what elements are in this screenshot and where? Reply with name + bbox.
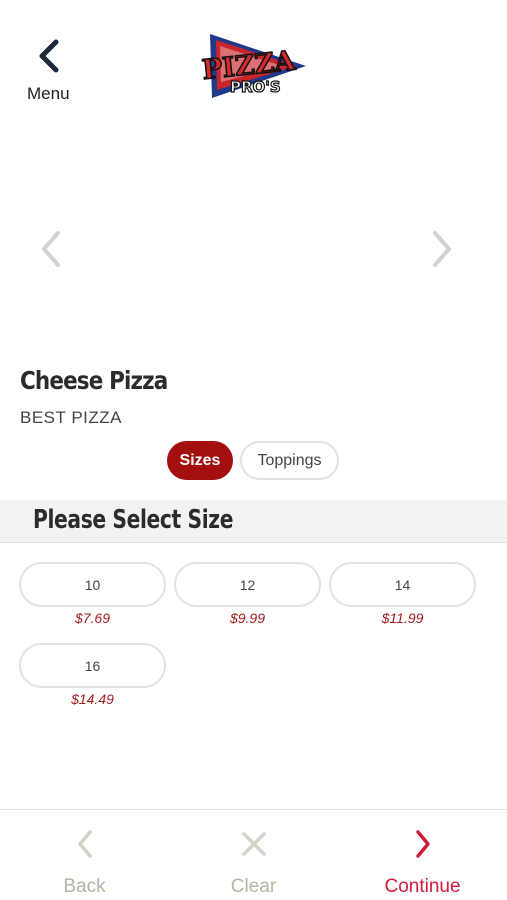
chevron-left-icon — [42, 231, 60, 267]
continue-button[interactable]: Continue — [338, 810, 507, 900]
footer-nav: Back Clear Continue — [0, 809, 507, 900]
size-pill[interactable]: 14 — [329, 562, 476, 607]
section-header: Please Select Size — [0, 500, 507, 543]
option-tabs: Sizes Toppings — [167, 441, 339, 480]
size-option-10[interactable]: 10 $7.69 — [19, 562, 166, 628]
chevron-right-icon — [433, 231, 451, 267]
size-pill[interactable]: 10 — [19, 562, 166, 607]
size-option-12[interactable]: 12 $9.99 — [174, 562, 321, 628]
brand-logo: PIZZA PRO'S — [196, 30, 310, 100]
size-price: $14.49 — [71, 691, 114, 707]
size-option-14[interactable]: 14 $11.99 — [329, 562, 476, 628]
product-subtitle: BEST PIZZA — [20, 408, 122, 427]
tab-sizes[interactable]: Sizes — [167, 441, 233, 480]
chevron-right-icon — [415, 830, 430, 858]
logo-text-bottom: PRO'S — [230, 78, 281, 96]
size-option-16[interactable]: 16 $14.49 — [19, 643, 166, 709]
close-icon — [241, 832, 266, 856]
clear-button[interactable]: Clear — [169, 810, 338, 900]
header: Menu PIZZA PRO'S — [0, 0, 507, 120]
back-button[interactable]: Back — [0, 810, 169, 900]
back-label: Back — [63, 876, 106, 897]
chevron-left-icon — [77, 830, 92, 858]
tab-toppings[interactable]: Toppings — [240, 441, 339, 480]
clear-label: Clear — [230, 876, 277, 897]
menu-label: Menu — [27, 84, 70, 103]
section-title: Please Select Size — [33, 505, 234, 535]
size-pill[interactable]: 12 — [174, 562, 321, 607]
product-title: Cheese Pizza — [20, 366, 168, 395]
size-price: $7.69 — [74, 610, 111, 626]
size-pill[interactable]: 16 — [19, 643, 166, 688]
chevron-left-icon — [39, 39, 59, 73]
menu-back-button[interactable]: Menu — [22, 38, 82, 106]
continue-label: Continue — [384, 876, 461, 897]
carousel-next-button[interactable] — [427, 228, 457, 270]
carousel-prev-button[interactable] — [36, 228, 66, 270]
size-price: $9.99 — [229, 610, 266, 626]
size-price: $11.99 — [381, 610, 424, 626]
